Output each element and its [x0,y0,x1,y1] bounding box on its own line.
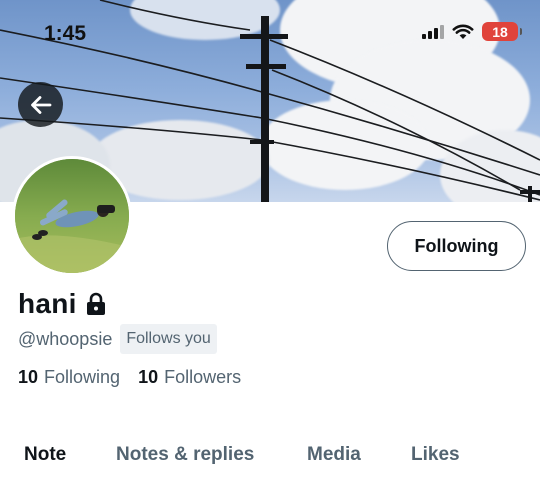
display-name: hani [18,288,77,319]
user-handle: @whoopsie [18,328,113,349]
following-stat[interactable]: 10 Following [18,367,120,388]
tab-note[interactable]: Note [24,444,66,466]
handle-row: @whoopsie Follows you [18,324,217,354]
following-label: Following [44,367,121,387]
status-time: 1:45 [44,22,87,45]
wifi-icon [452,24,474,39]
cellular-signal-icon [422,24,444,39]
profile-tabs: Note Notes & replies Media Likes [0,436,540,476]
tab-notes-and-replies[interactable]: Notes & replies [116,444,254,466]
status-indicators: 18 [422,22,522,41]
following-button[interactable]: Following [387,221,526,271]
back-button[interactable] [18,82,63,127]
lock-icon [86,292,105,315]
profile-avatar[interactable] [12,156,132,276]
tab-likes[interactable]: Likes [411,444,460,466]
tab-media[interactable]: Media [307,444,361,466]
following-count: 10 [18,367,39,387]
follows-you-badge: Follows you [120,324,217,354]
arrow-left-icon [30,95,51,114]
avatar-photo [15,159,129,273]
followers-count: 10 [138,367,159,387]
battery-indicator: 18 [482,22,522,41]
followers-label: Followers [164,367,242,387]
follow-stats: 10 Following 10 Followers [18,367,241,388]
followers-stat[interactable]: 10 Followers [138,367,241,388]
display-name-row: hani [18,288,107,320]
